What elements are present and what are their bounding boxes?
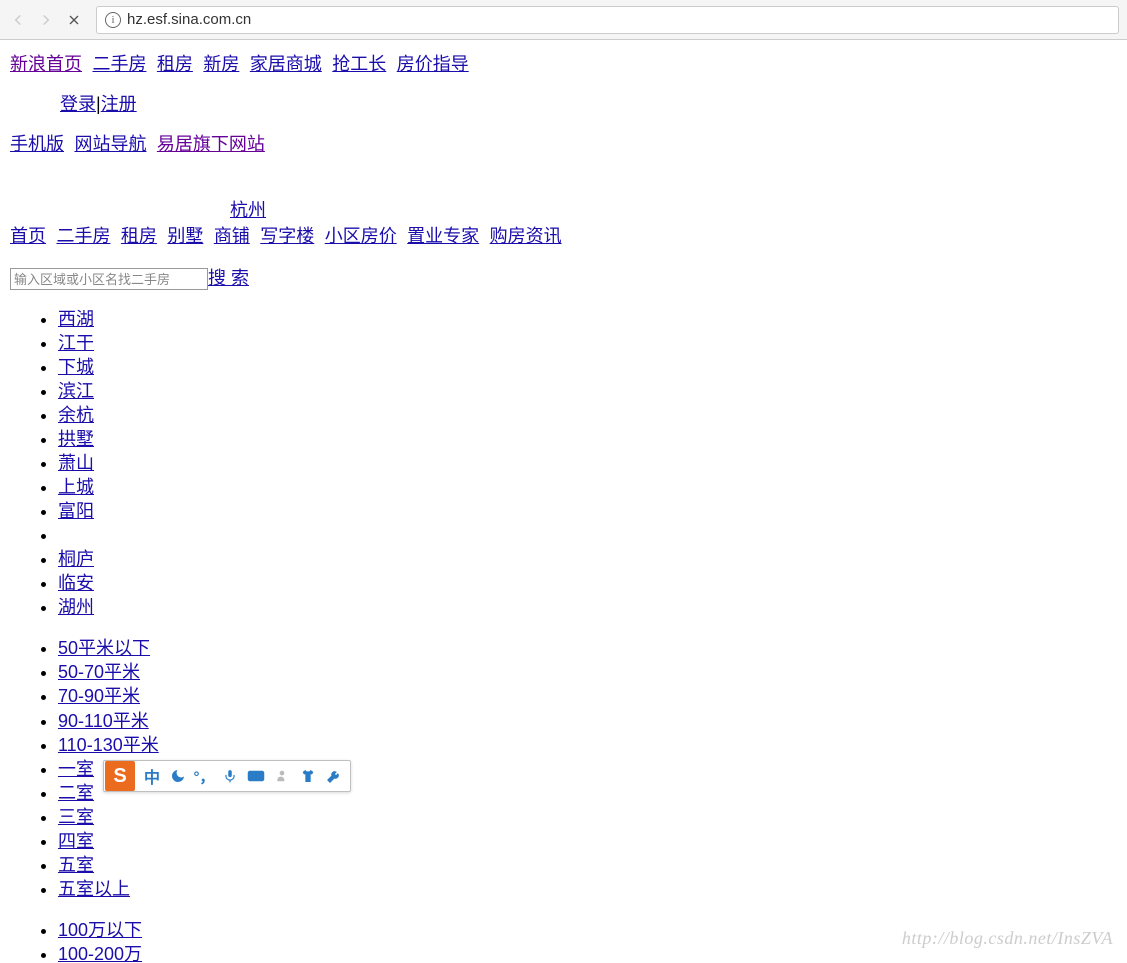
punct-icon[interactable]: °， — [194, 766, 214, 786]
nav-yiju[interactable]: 易居旗下网站 — [157, 134, 265, 154]
list-item[interactable]: 富阳 — [58, 501, 94, 521]
main-xiezilou[interactable]: 写字楼 — [260, 226, 314, 246]
list-item[interactable]: 70-90平米 — [58, 686, 140, 706]
sogou-logo-icon[interactable]: S — [105, 761, 135, 791]
nav-zufang[interactable]: 租房 — [157, 54, 193, 74]
main-xiaoqu[interactable]: 小区房价 — [325, 226, 397, 246]
register-link[interactable]: 注册 — [101, 94, 137, 114]
back-icon[interactable] — [8, 10, 28, 30]
list-item[interactable]: 50-70平米 — [58, 662, 140, 682]
main-home[interactable]: 首页 — [10, 226, 46, 246]
main-goufang[interactable]: 购房资讯 — [490, 226, 562, 246]
list-item[interactable]: 上城 — [58, 477, 94, 497]
watermark: http://blog.csdn.net/InsZVA — [902, 928, 1113, 949]
list-item[interactable]: 110-130平米 — [58, 735, 159, 755]
wrench-icon[interactable] — [324, 766, 344, 786]
list-item[interactable]: 五室以上 — [58, 879, 130, 899]
list-item[interactable]: 临安 — [58, 573, 94, 593]
main-bieshu[interactable]: 别墅 — [167, 226, 203, 246]
list-item[interactable]: 拱墅 — [58, 429, 94, 449]
list-item[interactable]: 五室 — [58, 855, 94, 875]
nav-mobile[interactable]: 手机版 — [10, 134, 64, 154]
shirt-icon[interactable] — [298, 766, 318, 786]
search-row: 搜 索 — [10, 264, 1117, 290]
nav-sina-home[interactable]: 新浪首页 — [10, 54, 82, 74]
list-item[interactable]: 西湖 — [58, 309, 94, 329]
district-list: 西湖 江干 下城 滨江 余杭 拱墅 萧山 上城 富阳 桐庐 临安 湖州 — [58, 308, 1117, 619]
list-item[interactable]: 三室 — [58, 807, 94, 827]
list-item[interactable]: 100-200万 — [58, 944, 142, 963]
list-item[interactable]: 江干 — [58, 333, 94, 353]
main-shangpu[interactable]: 商铺 — [214, 226, 250, 246]
person-icon[interactable] — [272, 766, 292, 786]
main-nav: 杭州 首页 二手房 租房 别墅 商铺 写字楼 小区房价 置业专家 购房资讯 — [10, 196, 1117, 248]
nav-ershoufang[interactable]: 二手房 — [92, 54, 146, 74]
nav-xinfang[interactable]: 新房 — [203, 54, 239, 74]
nav-sitemap[interactable]: 网站导航 — [74, 134, 146, 154]
main-zhiye[interactable]: 置业专家 — [407, 226, 479, 246]
top-nav: 新浪首页 二手房 租房 新房 家居商城 抢工长 房价指导 — [10, 50, 1117, 76]
nav-qianggongzhang[interactable]: 抢工长 — [332, 54, 386, 74]
address-bar[interactable]: i hz.esf.sina.com.cn — [96, 6, 1119, 34]
stop-icon[interactable] — [64, 10, 84, 30]
search-input[interactable] — [10, 268, 208, 290]
list-item[interactable]: 桐庐 — [58, 549, 94, 569]
keyboard-icon[interactable] — [246, 766, 266, 786]
ime-lang-icon[interactable]: 中 — [142, 766, 162, 786]
mic-icon[interactable] — [220, 766, 240, 786]
city-link[interactable]: 杭州 — [230, 200, 266, 220]
main-zufang[interactable]: 租房 — [121, 226, 157, 246]
login-link[interactable]: 登录 — [60, 94, 96, 114]
list-item[interactable]: 余杭 — [58, 405, 94, 425]
list-item-empty — [58, 524, 1117, 547]
list-item[interactable]: 滨江 — [58, 381, 94, 401]
list-item[interactable]: 二室 — [58, 783, 94, 803]
list-item[interactable]: 100万以下 — [58, 920, 142, 940]
browser-toolbar: i hz.esf.sina.com.cn — [0, 0, 1127, 40]
url-text: hz.esf.sina.com.cn — [127, 11, 251, 28]
moon-icon[interactable] — [168, 766, 188, 786]
list-item[interactable]: 四室 — [58, 831, 94, 851]
list-item[interactable]: 萧山 — [58, 453, 94, 473]
main-ershoufang[interactable]: 二手房 — [56, 226, 110, 246]
search-button[interactable]: 搜 索 — [208, 268, 249, 288]
nav-fangjia[interactable]: 房价指导 — [397, 54, 469, 74]
util-nav: 手机版 网站导航 易居旗下网站 — [10, 130, 1117, 156]
list-item[interactable]: 下城 — [58, 357, 94, 377]
info-icon: i — [105, 12, 121, 28]
nav-jiaju[interactable]: 家居商城 — [250, 54, 322, 74]
ime-toolbar[interactable]: S 中 °， — [103, 760, 351, 792]
auth-row: 登录|注册 — [60, 90, 1117, 116]
list-item[interactable]: 50平米以下 — [58, 638, 150, 658]
list-item[interactable]: 90-110平米 — [58, 711, 149, 731]
list-item[interactable]: 一室 — [58, 759, 94, 779]
forward-icon[interactable] — [36, 10, 56, 30]
list-item[interactable]: 湖州 — [58, 597, 94, 617]
